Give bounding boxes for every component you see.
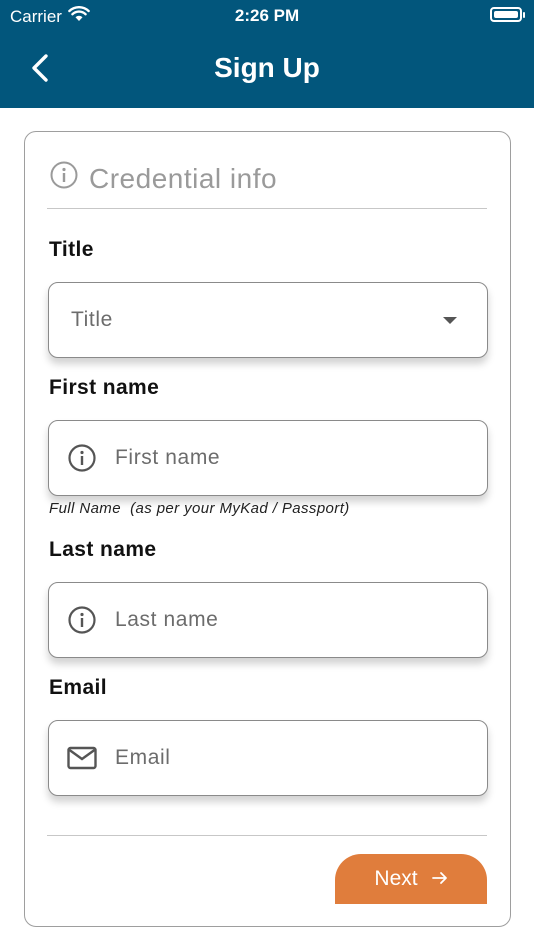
last-name-placeholder: Last name [115,608,219,631]
title-select-value: Title [71,308,113,331]
dropdown-arrow-icon [443,317,457,324]
status-time: 2:26 PM [234,6,300,25]
next-label: Next [374,867,418,890]
footer-divider [47,835,487,836]
last-name-label: Last name [49,538,157,561]
navigation-bar: Carrier 2:26 PM Sign Up [0,0,534,108]
email-label: Email [49,676,108,699]
section-header: Credential info [49,160,277,197]
status-bar: Carrier 2:26 PM [0,0,534,32]
first-name-label: First name [49,376,160,399]
signup-form-card: Credential info Title Title First name F… [24,131,511,927]
next-button[interactable]: Next [335,854,487,904]
section-title: Credential info [89,162,278,194]
first-name-placeholder: First name [115,446,221,469]
page-title: Sign Up [214,52,320,83]
section-divider [47,208,487,209]
info-icon [49,160,79,197]
mail-icon [67,743,97,773]
email-placeholder: Email [115,746,171,769]
last-name-field[interactable]: Last name [48,582,488,658]
battery-icon [490,7,525,22]
info-icon [67,605,97,635]
email-field[interactable]: Email [48,720,488,796]
arrow-right-icon [431,867,448,891]
info-icon [67,443,97,473]
title-select[interactable]: Title [48,282,488,358]
title-label: Title [49,238,94,261]
first-name-field[interactable]: First name [48,420,488,496]
first-name-hint: Full Name (as per your MyKad / Passport) [49,500,350,517]
